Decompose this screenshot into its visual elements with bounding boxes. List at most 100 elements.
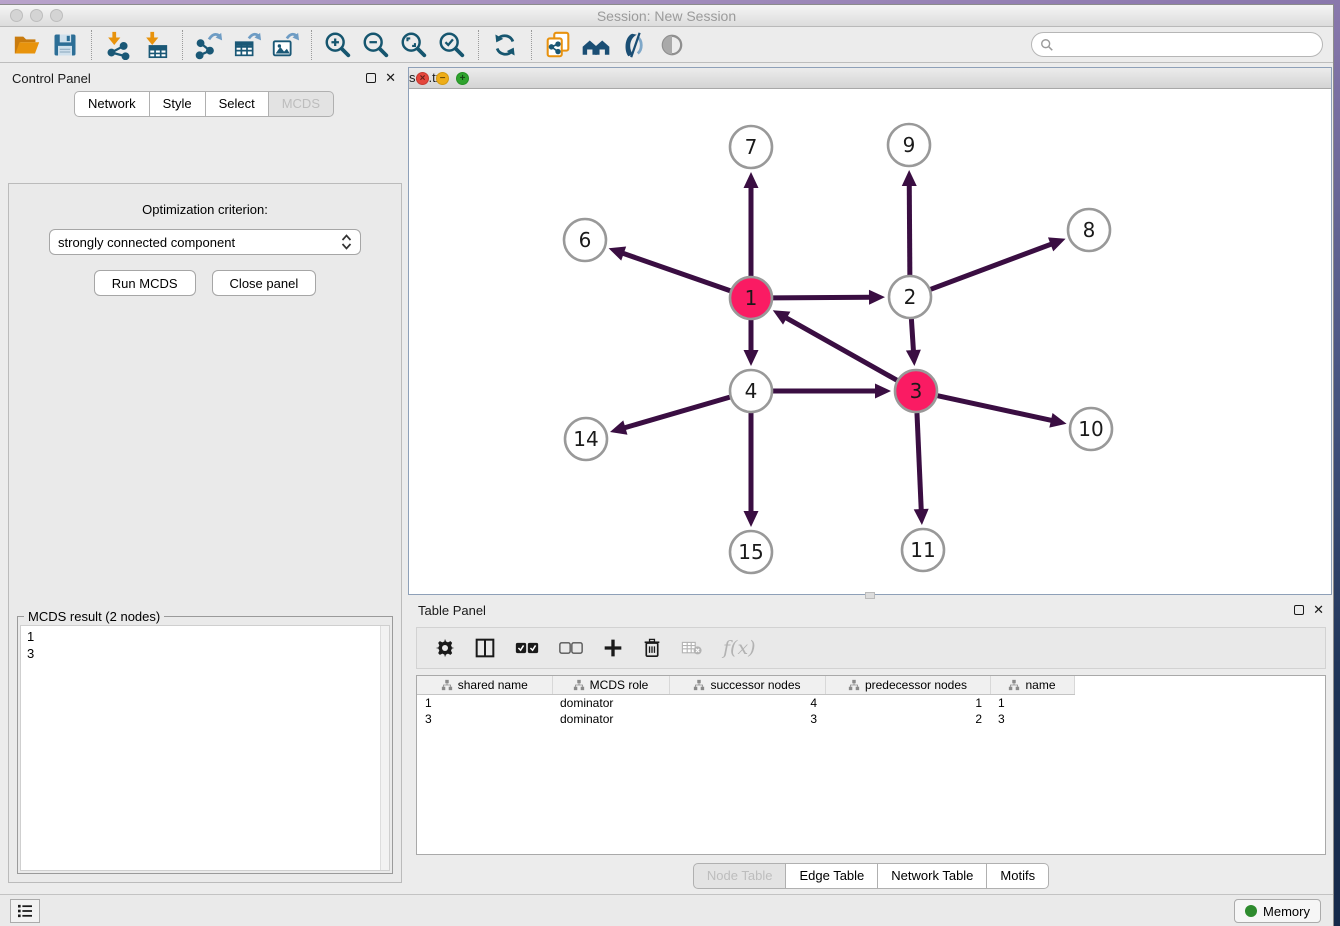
tab-network-table[interactable]: Network Table bbox=[878, 863, 987, 889]
table-cell: dominator bbox=[552, 695, 669, 712]
export-network-icon[interactable] bbox=[190, 29, 228, 61]
open-session-icon[interactable] bbox=[8, 29, 46, 61]
graph-edge-4-15[interactable] bbox=[744, 413, 759, 527]
table-row[interactable]: 1dominator411 bbox=[417, 695, 1074, 712]
first-neighbors-icon[interactable] bbox=[577, 29, 615, 61]
export-table-icon[interactable] bbox=[228, 29, 266, 61]
network-window-titlebar[interactable]: × − + scc.txt bbox=[409, 68, 1331, 89]
graph-edge-2-3[interactable] bbox=[906, 319, 921, 366]
table-toolbar: f(x) bbox=[416, 627, 1326, 669]
criterion-select[interactable]: strongly connected component bbox=[49, 229, 361, 255]
result-scrollbar[interactable] bbox=[380, 626, 389, 870]
column-header-successor-nodes[interactable]: successor nodes bbox=[669, 676, 825, 695]
column-header-predecessor-nodes[interactable]: predecessor nodes bbox=[825, 676, 990, 695]
graph-edge-4-14[interactable] bbox=[610, 397, 730, 435]
table-cell: 3 bbox=[417, 711, 552, 727]
graph-edge-1-4[interactable] bbox=[744, 320, 759, 366]
search-icon bbox=[1040, 38, 1054, 52]
graph-node-14[interactable]: 14 bbox=[565, 418, 607, 460]
delete-column-icon[interactable] bbox=[643, 638, 661, 658]
toolbar-separator bbox=[478, 30, 479, 60]
tab-network[interactable]: Network bbox=[74, 91, 150, 117]
graph-edge-1-6[interactable] bbox=[609, 246, 731, 290]
criterion-selected-value: strongly connected component bbox=[58, 235, 341, 250]
select-all-columns-icon[interactable] bbox=[515, 641, 539, 655]
add-column-icon[interactable] bbox=[603, 638, 623, 658]
graph-node-3[interactable]: 3 bbox=[895, 370, 937, 412]
tab-style[interactable]: Style bbox=[150, 91, 206, 117]
tab-edge-table[interactable]: Edge Table bbox=[786, 863, 878, 889]
column-header-name[interactable]: name bbox=[990, 676, 1074, 695]
import-network-icon[interactable] bbox=[99, 29, 137, 61]
graph-node-6[interactable]: 6 bbox=[564, 219, 606, 261]
show-graphics-details-icon[interactable] bbox=[653, 29, 691, 61]
show-columns-icon[interactable] bbox=[475, 638, 495, 658]
tab-mcds[interactable]: MCDS bbox=[269, 91, 334, 117]
export-image-icon[interactable] bbox=[266, 29, 304, 61]
graph-node-8[interactable]: 8 bbox=[1068, 209, 1110, 251]
search-input[interactable] bbox=[1054, 35, 1322, 55]
toolbar-separator bbox=[531, 30, 532, 60]
zoom-fit-icon[interactable] bbox=[395, 29, 433, 61]
graph-node-10[interactable]: 10 bbox=[1070, 408, 1112, 450]
combo-arrows-icon bbox=[341, 234, 352, 250]
network-canvas[interactable]: 7 9 6 8 1 2 4 3 14 10 15 11 bbox=[409, 89, 1331, 594]
refresh-layout-icon[interactable] bbox=[486, 29, 524, 61]
minimize-window-button[interactable] bbox=[30, 9, 43, 22]
maximize-window-button[interactable] bbox=[50, 9, 63, 22]
table-cell: 2 bbox=[825, 711, 990, 727]
zoom-out-icon[interactable] bbox=[357, 29, 395, 61]
zoom-in-icon[interactable] bbox=[319, 29, 357, 61]
graph-node-11[interactable]: 11 bbox=[902, 529, 944, 571]
graph-edge-2-8[interactable] bbox=[931, 237, 1066, 289]
graph-edge-4-3[interactable] bbox=[773, 384, 891, 399]
unselect-all-columns-icon[interactable] bbox=[559, 641, 583, 655]
mcds-result-box[interactable]: 1 3 bbox=[20, 625, 390, 871]
import-table-icon[interactable] bbox=[137, 29, 175, 61]
column-header-shared-name[interactable]: shared name bbox=[417, 676, 552, 695]
task-history-button[interactable] bbox=[10, 899, 40, 923]
hide-selected-icon[interactable] bbox=[615, 29, 653, 61]
save-session-icon[interactable] bbox=[46, 29, 84, 61]
close-panel-button-mcds[interactable]: Close panel bbox=[212, 270, 317, 296]
table-settings-icon[interactable] bbox=[435, 638, 455, 658]
control-panel: Control Panel ✕ NetworkStyleSelectMCDS O… bbox=[2, 65, 406, 885]
mcds-result-group: MCDS result (2 nodes) 1 3 bbox=[17, 616, 393, 874]
graph-edge-3-1[interactable] bbox=[773, 310, 897, 380]
graph-edge-2-9[interactable] bbox=[902, 170, 917, 275]
network-close-button[interactable]: × bbox=[416, 72, 429, 85]
graph-edge-3-10[interactable] bbox=[937, 396, 1066, 428]
graph-edge-3-11[interactable] bbox=[914, 413, 929, 525]
close-table-panel-button[interactable]: ✕ bbox=[1313, 605, 1324, 615]
tab-motifs[interactable]: Motifs bbox=[987, 863, 1049, 889]
graph-node-4[interactable]: 4 bbox=[730, 370, 772, 412]
zoom-selected-icon[interactable] bbox=[433, 29, 471, 61]
float-panel-button[interactable] bbox=[366, 73, 376, 83]
graph-node-1[interactable]: 1 bbox=[730, 277, 772, 319]
network-minimize-button[interactable]: − bbox=[436, 72, 449, 85]
control-panel-tabs: NetworkStyleSelectMCDS bbox=[2, 91, 406, 117]
network-maximize-button[interactable]: + bbox=[456, 72, 469, 85]
tab-node-table[interactable]: Node Table bbox=[693, 863, 787, 889]
memory-button[interactable]: Memory bbox=[1234, 899, 1321, 923]
float-table-panel-button[interactable] bbox=[1294, 605, 1304, 615]
clone-network-icon[interactable] bbox=[539, 29, 577, 61]
run-mcds-button[interactable]: Run MCDS bbox=[94, 270, 196, 296]
control-panel-title: Control Panel bbox=[12, 71, 366, 86]
close-panel-button[interactable]: ✕ bbox=[385, 73, 396, 83]
close-window-button[interactable] bbox=[10, 9, 23, 22]
column-header-MCDS-role[interactable]: MCDS role bbox=[552, 676, 669, 695]
network-view-window: × − + scc.txt 7 9 6 8 1 2 4 3 14 10 15 11 bbox=[408, 67, 1332, 595]
graph-node-9[interactable]: 9 bbox=[888, 124, 930, 166]
graph-node-7[interactable]: 7 bbox=[730, 126, 772, 168]
svg-text:3: 3 bbox=[910, 379, 923, 403]
tab-select[interactable]: Select bbox=[206, 91, 269, 117]
table-cell: 1 bbox=[990, 695, 1074, 712]
graph-edge-1-7[interactable] bbox=[744, 172, 759, 276]
graph-node-2[interactable]: 2 bbox=[889, 276, 931, 318]
node-table: shared nameMCDS rolesuccessor nodesprede… bbox=[416, 675, 1326, 855]
graph-node-15[interactable]: 15 bbox=[730, 531, 772, 573]
table-panel: Table Panel ✕ bbox=[408, 597, 1334, 895]
table-row[interactable]: 3dominator323 bbox=[417, 711, 1074, 727]
graph-edge-1-2[interactable] bbox=[773, 290, 885, 305]
